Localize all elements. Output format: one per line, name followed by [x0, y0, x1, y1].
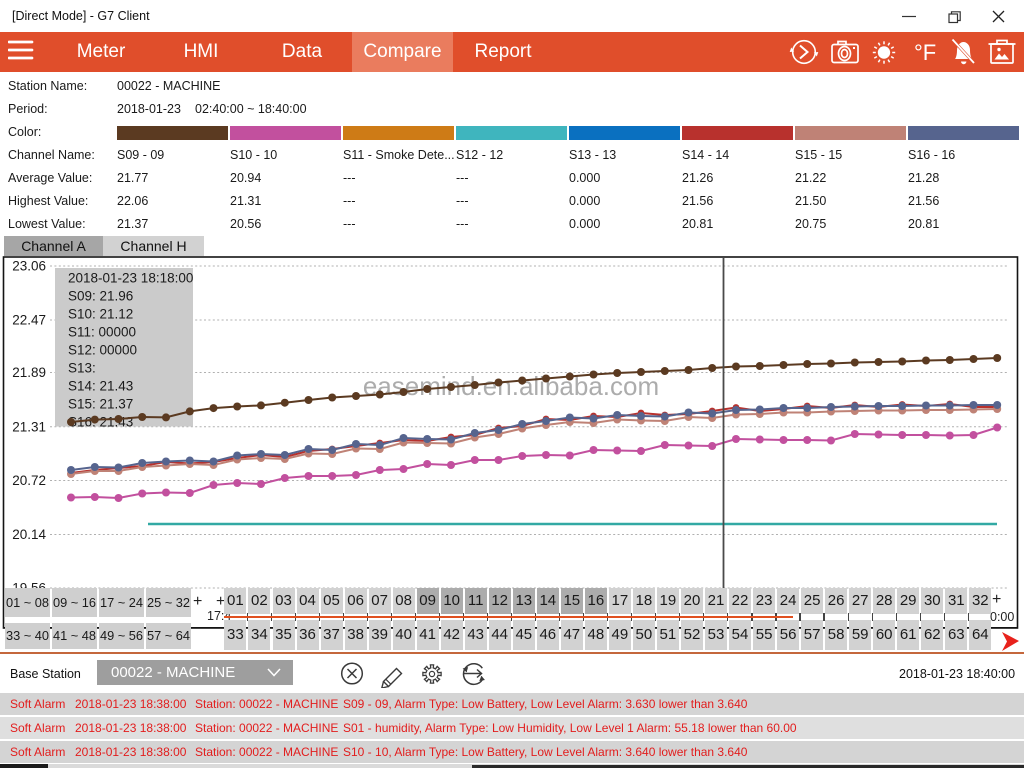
svg-text:23.06: 23.06	[12, 259, 46, 274]
svg-text:+: +	[992, 591, 1001, 608]
svg-text:+: +	[193, 593, 202, 610]
svg-text:S11: 00000: S11: 00000	[68, 325, 136, 340]
svg-text:S14: 21.43: S14: 21.43	[68, 379, 133, 394]
svg-text:S12: 00000: S12: 00000	[68, 343, 137, 358]
svg-text:21.31: 21.31	[12, 419, 46, 434]
svg-text:20.72: 20.72	[12, 473, 46, 488]
svg-text:S10: 21.12: S10: 21.12	[68, 307, 133, 322]
svg-text:22.47: 22.47	[12, 313, 46, 328]
svg-text:20.14: 20.14	[12, 527, 46, 542]
svg-text:S09: 21.96: S09: 21.96	[68, 289, 133, 304]
svg-text:0:00: 0:00	[990, 610, 1014, 624]
svg-text:2018-01-23 18:18:00: 2018-01-23 18:18:00	[68, 271, 193, 286]
svg-text:21.89: 21.89	[12, 365, 46, 380]
svg-text:S15: 21.37: S15: 21.37	[68, 397, 133, 412]
svg-text:S13:: S13:	[68, 361, 96, 376]
